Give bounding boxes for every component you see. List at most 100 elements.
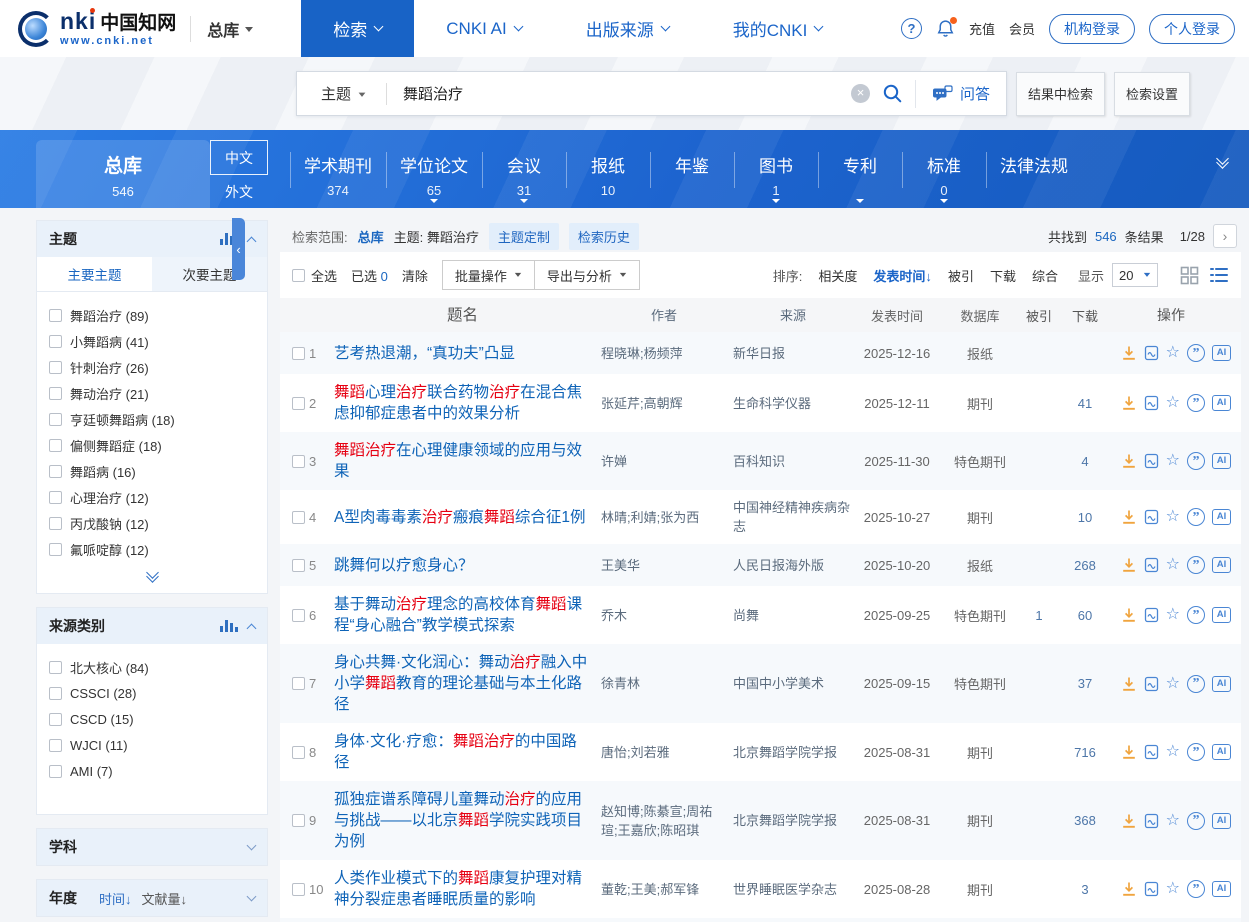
export-analyze-button[interactable]: 导出与分析 — [534, 260, 640, 290]
ai-assistant-icon[interactable]: AI — [1212, 744, 1231, 760]
tab-chinese[interactable]: 中文 — [210, 140, 268, 175]
source-cell[interactable]: 人民日报海外版 — [733, 556, 853, 575]
topic-filter-option[interactable]: 丙戊酸钠 (12) — [49, 510, 255, 536]
recharge-link[interactable]: 充值 — [969, 19, 995, 38]
org-login-button[interactable]: 机构登录 — [1049, 14, 1135, 44]
authors-cell[interactable]: 赵知博;陈綦宣;周祐瑄;王嘉欣;陈昭琪 — [601, 802, 733, 840]
sidebar-collapse-handle[interactable]: ‹ — [232, 218, 245, 280]
download-icon[interactable] — [1121, 607, 1137, 623]
download-icon[interactable] — [1121, 509, 1137, 525]
search-in-results-button[interactable]: 结果中检索 — [1016, 72, 1105, 116]
expand-panel-icon[interactable] — [247, 891, 257, 901]
cite-quote-icon[interactable]: ” — [1187, 743, 1205, 761]
triangle-down-icon[interactable] — [940, 199, 948, 207]
db-tab[interactable]: 图书1 — [734, 130, 818, 208]
row-checkbox[interactable] — [292, 397, 305, 410]
favorite-star-icon[interactable]: ☆ — [1166, 813, 1180, 829]
checkbox[interactable] — [49, 439, 62, 452]
year-sort-time[interactable]: 时间↓ — [99, 889, 132, 908]
row-checkbox[interactable] — [292, 609, 305, 622]
cite-quote-icon[interactable]: ” — [1187, 675, 1205, 693]
checkbox[interactable] — [49, 309, 62, 322]
download-icon[interactable] — [1121, 676, 1137, 692]
favorite-star-icon[interactable]: ☆ — [1166, 676, 1180, 692]
result-title-link[interactable]: 身心共舞·文化润心：舞动治疗融入中小学舞蹈教育的理论基础与本土化路径 — [334, 652, 601, 715]
help-icon[interactable]: ? — [901, 18, 922, 39]
row-checkbox[interactable] — [292, 677, 305, 690]
result-title-link[interactable]: 跳舞何以疗愈身心？ — [334, 555, 601, 576]
tab-zongku[interactable]: 总库 546 — [36, 140, 210, 208]
result-title-link[interactable]: 舞蹈心理治疗联合药物治疗在混合焦虑抑郁症患者中的效果分析 — [334, 382, 601, 424]
favorite-star-icon[interactable]: ☆ — [1166, 557, 1180, 573]
search-history-chip[interactable]: 检索历史 — [569, 223, 639, 250]
favorite-star-icon[interactable]: ☆ — [1166, 345, 1180, 361]
read-online-icon[interactable] — [1144, 744, 1159, 760]
ai-assistant-icon[interactable]: AI — [1212, 345, 1231, 361]
select-all-label[interactable]: 全选 — [311, 266, 337, 285]
topic-customize-chip[interactable]: 主题定制 — [489, 223, 559, 250]
scope-value[interactable]: 总库 — [358, 227, 384, 246]
source-filter-option[interactable]: WJCI (11) — [49, 732, 255, 758]
cite-quote-icon[interactable]: ” — [1187, 394, 1205, 412]
source-filter-option[interactable]: CSCD (15) — [49, 706, 255, 732]
read-online-icon[interactable] — [1144, 345, 1159, 361]
checkbox[interactable] — [49, 739, 62, 752]
db-tab[interactable]: 法律法规 — [986, 130, 1082, 208]
expand-panel-icon[interactable] — [247, 840, 257, 850]
topic-filter-option[interactable]: 氟哌啶醇 (12) — [49, 536, 255, 562]
db-tab[interactable]: 会议31 — [482, 130, 566, 208]
ai-assistant-icon[interactable]: AI — [1212, 813, 1231, 829]
checkbox[interactable] — [49, 765, 62, 778]
checkbox[interactable] — [49, 465, 62, 478]
member-link[interactable]: 会员 — [1009, 19, 1035, 38]
zongku-dropdown[interactable]: 总库 — [207, 17, 253, 41]
authors-cell[interactable]: 唐怡;刘若雅 — [601, 743, 733, 762]
grid-view-icon[interactable] — [1180, 266, 1199, 285]
read-online-icon[interactable] — [1144, 557, 1159, 573]
topic-filter-option[interactable]: 舞蹈治疗 (89) — [49, 302, 255, 328]
source-cell[interactable]: 尚舞 — [733, 606, 853, 625]
result-title-link[interactable]: 基于舞动治疗理念的高校体育舞蹈课程“身心融合”教学模式探索 — [334, 594, 601, 636]
ai-assistant-icon[interactable]: AI — [1212, 607, 1231, 623]
topic-filter-option[interactable]: 心理治疗 (12) — [49, 484, 255, 510]
cite-quote-icon[interactable]: ” — [1187, 452, 1205, 470]
expand-topics-icon[interactable] — [37, 566, 267, 593]
row-checkbox[interactable] — [292, 746, 305, 759]
year-panel-header[interactable]: 年度 时间↓ 文献量↓ — [37, 880, 267, 916]
sort-option[interactable]: 下载 — [990, 266, 1016, 285]
authors-cell[interactable]: 乔木 — [601, 606, 733, 625]
ai-assistant-icon[interactable]: AI — [1212, 881, 1231, 897]
authors-cell[interactable]: 林晴;利婧;张为西 — [601, 508, 733, 527]
result-title-link[interactable]: 孤独症谱系障碍儿童舞动治疗的应用与挑战——以北京舞蹈学院实践项目为例 — [334, 789, 601, 852]
row-checkbox[interactable] — [292, 559, 305, 572]
nav-my-cnki[interactable]: 我的CNKI — [701, 0, 855, 57]
row-checkbox[interactable] — [292, 455, 305, 468]
source-cell[interactable]: 北京舞蹈学院学报 — [733, 743, 853, 762]
search-field-selector[interactable]: 主题 — [297, 83, 386, 104]
checkbox[interactable] — [49, 413, 62, 426]
ai-assistant-icon[interactable]: AI — [1212, 509, 1231, 525]
read-online-icon[interactable] — [1144, 395, 1159, 411]
personal-login-button[interactable]: 个人登录 — [1149, 14, 1235, 44]
sort-option[interactable]: 被引 — [948, 266, 974, 285]
checkbox[interactable] — [49, 517, 62, 530]
download-icon[interactable] — [1121, 813, 1137, 829]
authors-cell[interactable]: 张延芹;高朝辉 — [601, 394, 733, 413]
tab-foreign[interactable]: 外文 — [210, 175, 268, 208]
subject-panel-header[interactable]: 学科 — [37, 829, 267, 865]
cnki-logo[interactable]: nki 中国知网 www.cnki.net — [18, 10, 176, 47]
authors-cell[interactable]: 许婵 — [601, 452, 733, 471]
notification-bell-icon[interactable] — [936, 19, 955, 38]
read-online-icon[interactable] — [1144, 676, 1159, 692]
batch-actions-button[interactable]: 批量操作 — [442, 260, 535, 290]
sort-option[interactable]: 综合 — [1032, 266, 1058, 285]
nav-publish-sources[interactable]: 出版来源 — [554, 0, 701, 57]
source-filter-option[interactable]: 北大核心 (84) — [49, 654, 255, 680]
db-tab[interactable]: 学术期刊374 — [290, 130, 386, 208]
result-title-link[interactable]: 舞蹈治疗在心理健康领域的应用与效果 — [334, 440, 601, 482]
cite-quote-icon[interactable]: ” — [1187, 556, 1205, 574]
favorite-star-icon[interactable]: ☆ — [1166, 744, 1180, 760]
year-sort-count[interactable]: 文献量↓ — [142, 889, 188, 908]
result-title-link[interactable]: 身体·文化·疗愈：舞蹈治疗的中国路径 — [334, 731, 601, 773]
result-title-link[interactable]: 人类作业模式下的舞蹈康复护理对精神分裂症患者睡眠质量的影响 — [334, 868, 601, 910]
